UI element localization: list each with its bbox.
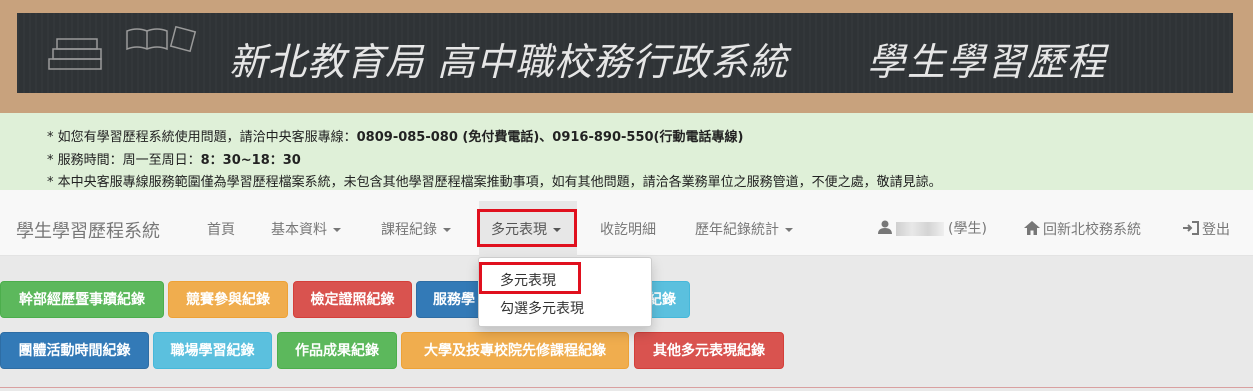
btn-advanced-course-records[interactable]: 大學及技專校院先修課程紀錄 [401,332,629,369]
banner-title: 新北教育局 高中職校務行政系統 [229,40,789,84]
highlight-box-nav [477,209,577,247]
nav-course-records[interactable]: 課程紀錄 [381,219,451,239]
user-name-redacted [896,222,944,236]
caret-down-icon [785,228,793,232]
divider [0,387,1253,388]
nav-receipt-details-label: 收訖明細 [600,222,656,238]
btn-group-activity-records[interactable]: 團體活動時間紀錄 [0,332,149,369]
notice-hotline-numbers: 0809-085-080 (免付費電話)、0916-890-550(行動電話專線… [356,130,744,145]
btn-other-performance-records[interactable]: 其他多元表現紀錄 [634,332,784,369]
books-icon [48,25,197,70]
notice-hours-value: 8：30~18：30 [200,153,301,168]
service-notice: * 如您有學習歷程系統使用問題，請洽中央客服專線：0809-085-080 (免… [0,113,1253,190]
caret-down-icon [443,228,451,232]
user-info[interactable]: (學生) [878,218,987,238]
nav-basic-info-label: 基本資料 [271,222,327,238]
back-label: 回新北校務系統 [1043,222,1141,238]
nav-home[interactable]: 首頁 [207,219,235,239]
nav-back-to-school-system[interactable]: 回新北校務系統 [1024,219,1141,239]
notice-line-hours: * 服務時間：周一至周日：8：30~18：30 [47,149,301,168]
logout-label: 登出 [1202,222,1230,238]
nav-home-label: 首頁 [207,222,235,238]
navbar: 學生學習歷程系統 首頁 基本資料 課程紀錄 收訖明細 歷年紀錄統計 回新北校務系… [0,190,1253,256]
banner: 新北教育局 高中職校務行政系統 學生學習歷程 [17,13,1233,93]
nav-receipt-details[interactable]: 收訖明細 [600,219,656,239]
user-role: (學生) [948,221,987,237]
user-icon [878,220,892,234]
nav-course-records-label: 課程紀錄 [381,222,437,238]
btn-work-results-records[interactable]: 作品成果紀錄 [277,332,397,369]
btn-workplace-learning-records[interactable]: 職場學習紀錄 [153,332,272,369]
highlight-box-dropdown [479,262,581,294]
banner-subtitle: 學生學習歷程 [867,40,1108,84]
nav-basic-info[interactable]: 基本資料 [271,219,341,239]
btn-cadre-experience-records[interactable]: 幹部經歷暨事蹟紀錄 [0,281,164,318]
notice-line-hotline: * 如您有學習歷程系統使用問題，請洽中央客服專線：0809-085-080 (免… [47,126,743,145]
nav-yearly-stats[interactable]: 歷年紀錄統計 [695,219,793,239]
nav-yearly-stats-label: 歷年紀錄統計 [695,222,779,238]
home-icon [1024,221,1040,235]
notice-hotline-text: * 如您有學習歷程系統使用問題，請洽中央客服專線： [47,130,357,145]
btn-competition-records[interactable]: 競賽參與紀錄 [168,281,288,318]
nav-logout[interactable]: 登出 [1183,219,1230,239]
notice-hours-text: * 服務時間：周一至周日： [47,153,201,168]
banner-area: 新北教育局 高中職校務行政系統 學生學習歷程 [0,0,1253,113]
navbar-brand[interactable]: 學生學習歷程系統 [16,217,160,243]
notice-line-scope: * 本中央客服專線服務範圍僅為學習歷程檔案系統，未包含其他學習歷程檔案推動事項，… [47,175,942,190]
logout-icon [1183,221,1199,235]
btn-certification-records[interactable]: 檢定證照紀錄 [293,281,412,318]
dropdown-item-select-multiple-performance[interactable]: 勾選多元表現 [500,298,584,318]
caret-down-icon [333,228,341,232]
